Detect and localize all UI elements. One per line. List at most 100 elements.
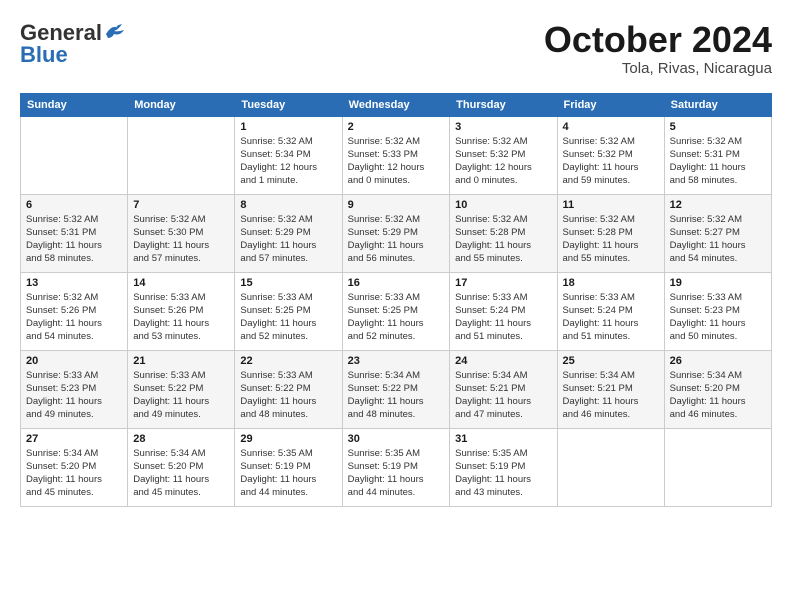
title-block: October 2024 Tola, Rivas, Nicaragua xyxy=(544,20,772,77)
day-detail: Sunrise: 5:34 AM Sunset: 5:20 PM Dayligh… xyxy=(133,447,229,500)
calendar-body: 1 Sunrise: 5:32 AM Sunset: 5:34 PM Daylig… xyxy=(21,116,772,506)
day-number: 12 xyxy=(670,199,766,211)
day-detail: Sunrise: 5:32 AM Sunset: 5:30 PM Dayligh… xyxy=(133,213,229,266)
calendar-cell: 12Sunrise: 5:32 AM Sunset: 5:27 PM Dayli… xyxy=(664,194,771,272)
day-number: 13 xyxy=(26,277,122,289)
calendar-cell: 6Sunrise: 5:32 AM Sunset: 5:31 PM Daylig… xyxy=(21,194,128,272)
calendar-cell: 27Sunrise: 5:34 AM Sunset: 5:20 PM Dayli… xyxy=(21,428,128,506)
day-detail: Sunrise: 5:32 AM Sunset: 5:31 PM Dayligh… xyxy=(26,213,122,266)
calendar-table: SundayMondayTuesdayWednesdayThursdayFrid… xyxy=(20,93,772,507)
day-number: 26 xyxy=(670,355,766,367)
day-number: 21 xyxy=(133,355,229,367)
day-number: 24 xyxy=(455,355,551,367)
calendar-cell: 1 Sunrise: 5:32 AM Sunset: 5:34 PM Daylig… xyxy=(235,116,342,194)
day-detail: Sunrise: 5:34 AM Sunset: 5:21 PM Dayligh… xyxy=(455,369,551,422)
calendar-cell: 26 Sunrise: 5:34 AM Sunset: 5:20 PM Dayli… xyxy=(664,350,771,428)
page-header: General Blue October 2024 Tola, Rivas, N… xyxy=(20,20,772,77)
calendar-cell: 11 Sunrise: 5:32 AM Sunset: 5:28 PM Dayli… xyxy=(557,194,664,272)
day-detail: Sunrise: 5:33 AM Sunset: 5:23 PM Dayligh… xyxy=(26,369,122,422)
calendar-cell: 15 Sunrise: 5:33 AM Sunset: 5:25 PM Dayli… xyxy=(235,272,342,350)
day-number: 8 xyxy=(240,199,336,211)
day-number: 31 xyxy=(455,433,551,445)
location-subtitle: Tola, Rivas, Nicaragua xyxy=(544,60,772,77)
day-number: 1 xyxy=(240,121,336,133)
calendar-cell: 3 Sunrise: 5:32 AM Sunset: 5:32 PM Daylig… xyxy=(450,116,557,194)
day-detail: Sunrise: 5:35 AM Sunset: 5:19 PM Dayligh… xyxy=(240,447,336,500)
column-header-wednesday: Wednesday xyxy=(342,93,450,116)
day-detail: Sunrise: 5:34 AM Sunset: 5:21 PM Dayligh… xyxy=(563,369,659,422)
calendar-cell: 16 Sunrise: 5:33 AM Sunset: 5:25 PM Dayli… xyxy=(342,272,450,350)
calendar-cell xyxy=(557,428,664,506)
day-detail: Sunrise: 5:32 AM Sunset: 5:32 PM Dayligh… xyxy=(455,135,551,188)
day-detail: Sunrise: 5:32 AM Sunset: 5:28 PM Dayligh… xyxy=(563,213,659,266)
day-detail: Sunrise: 5:32 AM Sunset: 5:26 PM Dayligh… xyxy=(26,291,122,344)
day-number: 29 xyxy=(240,433,336,445)
calendar-cell: 23 Sunrise: 5:34 AM Sunset: 5:22 PM Dayli… xyxy=(342,350,450,428)
day-detail: Sunrise: 5:33 AM Sunset: 5:25 PM Dayligh… xyxy=(240,291,336,344)
day-number: 11 xyxy=(563,199,659,211)
day-number: 23 xyxy=(348,355,445,367)
day-detail: Sunrise: 5:32 AM Sunset: 5:34 PM Dayligh… xyxy=(240,135,336,188)
day-detail: Sunrise: 5:33 AM Sunset: 5:22 PM Dayligh… xyxy=(240,369,336,422)
day-detail: Sunrise: 5:34 AM Sunset: 5:20 PM Dayligh… xyxy=(26,447,122,500)
calendar-cell: 29 Sunrise: 5:35 AM Sunset: 5:19 PM Dayli… xyxy=(235,428,342,506)
day-number: 22 xyxy=(240,355,336,367)
calendar-cell: 8 Sunrise: 5:32 AM Sunset: 5:29 PM Daylig… xyxy=(235,194,342,272)
day-number: 2 xyxy=(348,121,445,133)
day-detail: Sunrise: 5:32 AM Sunset: 5:29 PM Dayligh… xyxy=(240,213,336,266)
calendar-cell: 4Sunrise: 5:32 AM Sunset: 5:32 PM Daylig… xyxy=(557,116,664,194)
day-detail: Sunrise: 5:33 AM Sunset: 5:26 PM Dayligh… xyxy=(133,291,229,344)
day-number: 20 xyxy=(26,355,122,367)
day-number: 3 xyxy=(455,121,551,133)
calendar-cell xyxy=(21,116,128,194)
day-detail: Sunrise: 5:35 AM Sunset: 5:19 PM Dayligh… xyxy=(348,447,445,500)
day-detail: Sunrise: 5:32 AM Sunset: 5:31 PM Dayligh… xyxy=(670,135,766,188)
calendar-week-row: 20 Sunrise: 5:33 AM Sunset: 5:23 PM Dayli… xyxy=(21,350,772,428)
day-number: 25 xyxy=(563,355,659,367)
calendar-cell: 24 Sunrise: 5:34 AM Sunset: 5:21 PM Dayli… xyxy=(450,350,557,428)
day-number: 14 xyxy=(133,277,229,289)
column-header-thursday: Thursday xyxy=(450,93,557,116)
calendar-cell: 18Sunrise: 5:33 AM Sunset: 5:24 PM Dayli… xyxy=(557,272,664,350)
calendar-cell: 31 Sunrise: 5:35 AM Sunset: 5:19 PM Dayli… xyxy=(450,428,557,506)
calendar-cell xyxy=(664,428,771,506)
calendar-cell xyxy=(128,116,235,194)
calendar-week-row: 6Sunrise: 5:32 AM Sunset: 5:31 PM Daylig… xyxy=(21,194,772,272)
calendar-cell: 13 Sunrise: 5:32 AM Sunset: 5:26 PM Dayli… xyxy=(21,272,128,350)
day-detail: Sunrise: 5:33 AM Sunset: 5:25 PM Dayligh… xyxy=(348,291,445,344)
calendar-cell: 20 Sunrise: 5:33 AM Sunset: 5:23 PM Dayli… xyxy=(21,350,128,428)
calendar-week-row: 13 Sunrise: 5:32 AM Sunset: 5:26 PM Dayli… xyxy=(21,272,772,350)
column-header-tuesday: Tuesday xyxy=(235,93,342,116)
calendar-cell: 10Sunrise: 5:32 AM Sunset: 5:28 PM Dayli… xyxy=(450,194,557,272)
column-header-sunday: Sunday xyxy=(21,93,128,116)
logo-bird-icon xyxy=(104,22,126,40)
day-number: 15 xyxy=(240,277,336,289)
calendar-cell: 14 Sunrise: 5:33 AM Sunset: 5:26 PM Dayli… xyxy=(128,272,235,350)
day-number: 19 xyxy=(670,277,766,289)
day-detail: Sunrise: 5:34 AM Sunset: 5:22 PM Dayligh… xyxy=(348,369,445,422)
column-header-saturday: Saturday xyxy=(664,93,771,116)
day-number: 4 xyxy=(563,121,659,133)
day-detail: Sunrise: 5:32 AM Sunset: 5:33 PM Dayligh… xyxy=(348,135,445,188)
day-detail: Sunrise: 5:33 AM Sunset: 5:24 PM Dayligh… xyxy=(455,291,551,344)
logo: General Blue xyxy=(20,20,126,68)
column-header-friday: Friday xyxy=(557,93,664,116)
day-detail: Sunrise: 5:34 AM Sunset: 5:20 PM Dayligh… xyxy=(670,369,766,422)
logo-blue: Blue xyxy=(20,42,68,68)
calendar-cell: 19Sunrise: 5:33 AM Sunset: 5:23 PM Dayli… xyxy=(664,272,771,350)
calendar-week-row: 1 Sunrise: 5:32 AM Sunset: 5:34 PM Daylig… xyxy=(21,116,772,194)
day-number: 7 xyxy=(133,199,229,211)
day-detail: Sunrise: 5:35 AM Sunset: 5:19 PM Dayligh… xyxy=(455,447,551,500)
calendar-cell: 22 Sunrise: 5:33 AM Sunset: 5:22 PM Dayli… xyxy=(235,350,342,428)
day-number: 5 xyxy=(670,121,766,133)
month-title: October 2024 xyxy=(544,20,772,60)
calendar-week-row: 27Sunrise: 5:34 AM Sunset: 5:20 PM Dayli… xyxy=(21,428,772,506)
calendar-cell: 21 Sunrise: 5:33 AM Sunset: 5:22 PM Dayli… xyxy=(128,350,235,428)
day-number: 30 xyxy=(348,433,445,445)
calendar-cell: 30 Sunrise: 5:35 AM Sunset: 5:19 PM Dayli… xyxy=(342,428,450,506)
day-number: 16 xyxy=(348,277,445,289)
calendar-cell: 17Sunrise: 5:33 AM Sunset: 5:24 PM Dayli… xyxy=(450,272,557,350)
day-detail: Sunrise: 5:33 AM Sunset: 5:22 PM Dayligh… xyxy=(133,369,229,422)
column-header-monday: Monday xyxy=(128,93,235,116)
day-detail: Sunrise: 5:32 AM Sunset: 5:29 PM Dayligh… xyxy=(348,213,445,266)
